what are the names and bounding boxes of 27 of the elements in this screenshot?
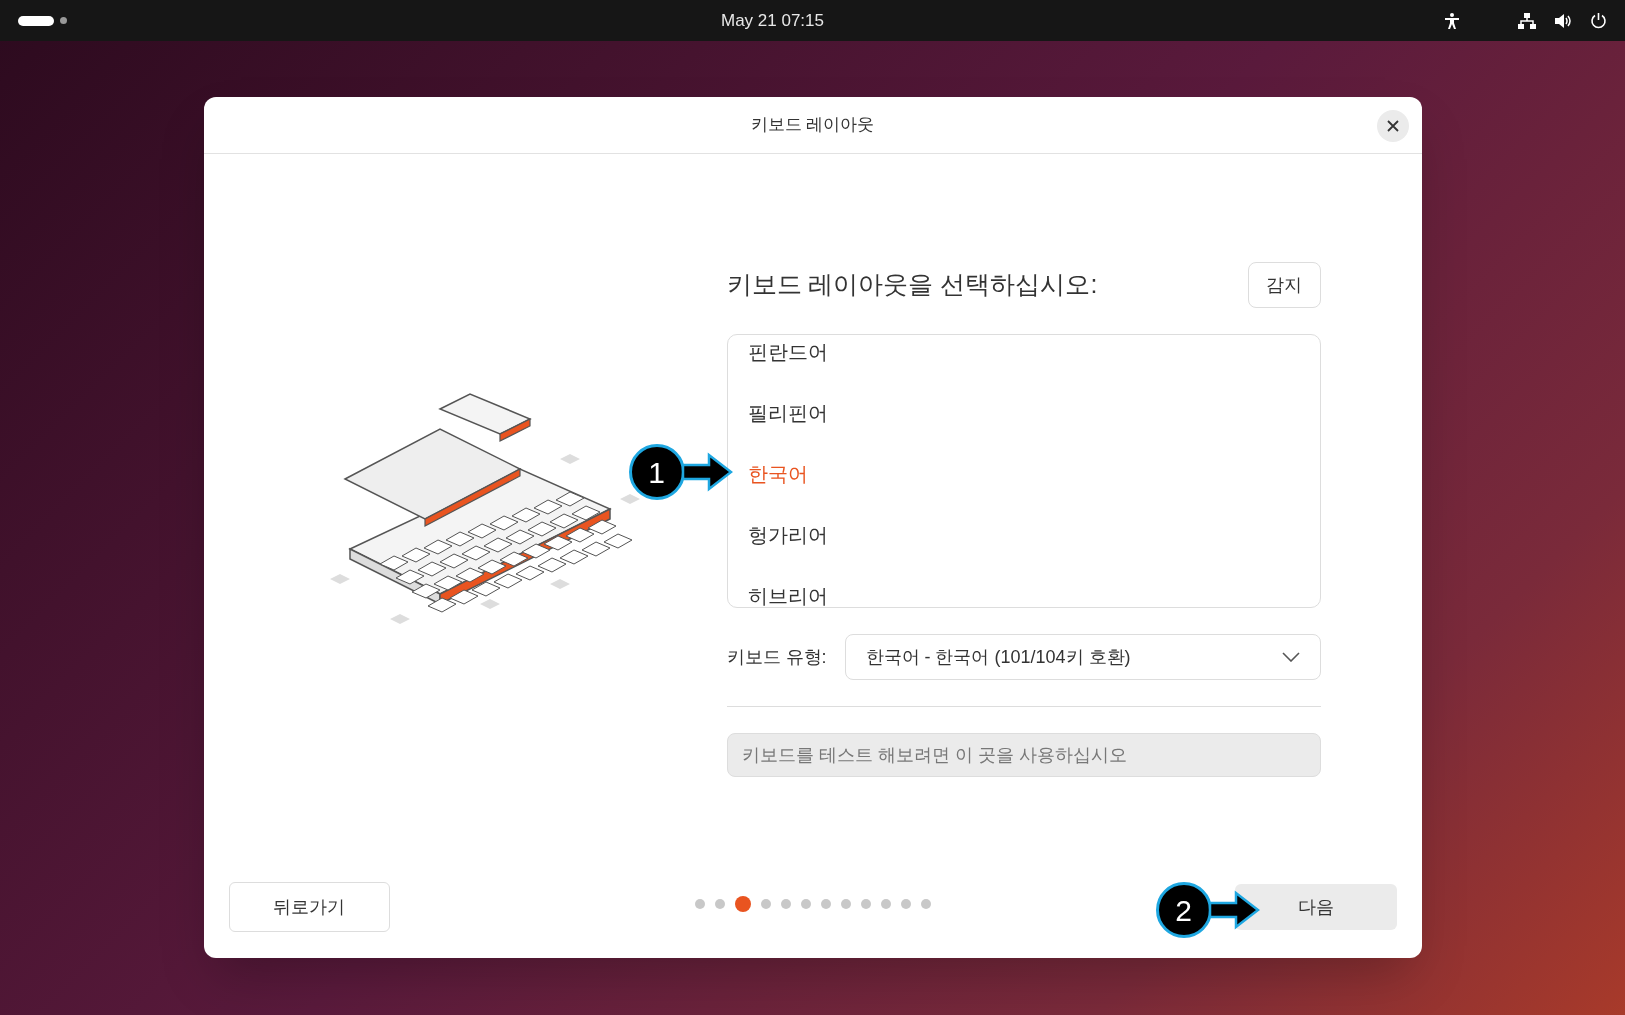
back-button[interactable]: 뒤로가기 xyxy=(228,882,390,932)
accessibility-icon[interactable] xyxy=(1444,11,1460,30)
close-button[interactable] xyxy=(1376,110,1409,142)
callout-badge: 1 xyxy=(628,444,685,500)
keyboard-type-dropdown[interactable]: 한국어 - 한국어 (101/104키 호환) xyxy=(844,634,1321,680)
keyboard-type-label: 키보드 유형: xyxy=(726,645,828,669)
chevron-down-icon xyxy=(1281,652,1300,662)
layout-list-item[interactable]: 히브리어 xyxy=(747,565,1300,607)
volume-icon[interactable] xyxy=(1554,12,1572,29)
clock[interactable]: May 21 07:15 xyxy=(721,7,824,34)
layout-list-item[interactable]: 헝가리어 xyxy=(747,504,1300,565)
layout-list-item[interactable]: 핀란드어 xyxy=(747,335,1300,382)
layout-list-item[interactable]: 필리핀어 xyxy=(747,382,1300,443)
window-title: 키보드 레이아웃 xyxy=(750,114,875,137)
power-icon[interactable] xyxy=(1590,12,1607,29)
workspace-indicator-icon[interactable] xyxy=(60,17,67,24)
next-button[interactable]: 다음 xyxy=(1234,884,1397,930)
test-input-field[interactable]: 키보드를 테스트 해보려면 이 곳을 사용하십시오 xyxy=(726,733,1321,777)
network-icon[interactable] xyxy=(1518,12,1536,29)
close-icon xyxy=(1386,120,1399,132)
arrow-icon xyxy=(1207,890,1260,930)
heading: 키보드 레이아웃을 선택하십시오: xyxy=(726,269,1098,301)
arrow-icon xyxy=(680,452,733,492)
layout-list-item[interactable]: 한국어 xyxy=(747,443,1300,504)
detect-button[interactable]: 감지 xyxy=(1247,262,1321,308)
callout-badge: 2 xyxy=(1155,882,1212,938)
workspace-indicator-icon[interactable] xyxy=(18,15,54,26)
